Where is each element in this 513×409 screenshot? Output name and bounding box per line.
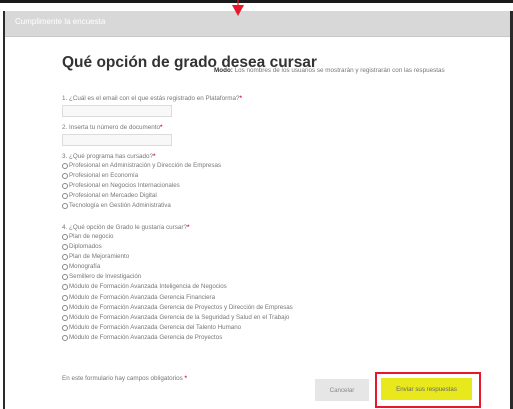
radio-icon[interactable]	[62, 273, 68, 280]
email-field[interactable]	[62, 105, 172, 117]
radio-icon[interactable]	[62, 202, 68, 209]
left-border	[3, 11, 5, 409]
q4-option[interactable]: Módulo de Formación Avanzada Inteligenci…	[62, 283, 227, 290]
radio-icon[interactable]	[62, 294, 68, 301]
mode-text: Los nombres de los usuarios se mostrarán…	[232, 67, 445, 74]
dialog-header: Cumplimente la encuesta	[5, 11, 510, 37]
q3-option[interactable]: Profesional en Mercadeo Digital	[62, 192, 157, 199]
q4-option[interactable]: Monografía	[62, 263, 100, 270]
submit-button[interactable]: Enviar sus respuestas	[381, 378, 472, 400]
radio-icon[interactable]	[62, 162, 68, 169]
q4-option[interactable]: Módulo de Formación Avanzada Gerencia de…	[62, 304, 293, 311]
top-border	[0, 0, 513, 3]
radio-icon[interactable]	[62, 314, 68, 321]
radio-icon[interactable]	[62, 283, 68, 290]
cancel-button[interactable]: Cancelar	[315, 379, 369, 401]
required-mark: *	[160, 124, 163, 131]
q3-option[interactable]: Profesional en Economía	[62, 172, 138, 179]
q3-option[interactable]: Profesional en Administración y Direcció…	[62, 162, 221, 169]
q4-option[interactable]: Módulo de Formación Avanzada Gerencia Fi…	[62, 294, 215, 301]
radio-icon[interactable]	[62, 304, 68, 311]
q3-option[interactable]: Profesional en Negocios Internacionales	[62, 182, 180, 189]
required-mark: *	[239, 95, 242, 102]
question-4-label: 4. ¿Qué opción de Grado le gustaría curs…	[62, 224, 190, 231]
question-2-label: 2. Inserta tu número de documento*	[62, 124, 163, 131]
document-number-field[interactable]	[62, 134, 172, 146]
question-1-label: 1. ¿Cuál es el email con el que estás re…	[62, 95, 242, 102]
radio-icon[interactable]	[62, 172, 68, 179]
q4-option[interactable]: Plan de negocio	[62, 233, 113, 240]
radio-icon[interactable]	[62, 233, 68, 240]
radio-icon[interactable]	[62, 324, 68, 331]
required-fields-note: En este formulario hay campos obligatori…	[62, 375, 187, 382]
radio-icon[interactable]	[62, 334, 68, 341]
radio-icon[interactable]	[62, 263, 68, 270]
radio-icon[interactable]	[62, 243, 68, 250]
mode-label: Modo:	[214, 67, 233, 74]
radio-icon[interactable]	[62, 192, 68, 199]
q4-option[interactable]: Módulo de Formación Avanzada Gerencia de…	[62, 324, 241, 331]
q4-option[interactable]: Semillero de Investigación	[62, 273, 141, 280]
q3-option[interactable]: Tecnología en Gestión Administrativa	[62, 202, 171, 209]
required-mark: *	[153, 153, 156, 160]
required-mark: *	[184, 375, 187, 382]
required-mark: *	[186, 224, 190, 231]
question-3-label: 3. ¿Qué programa has cursado?*	[62, 153, 156, 160]
radio-icon[interactable]	[62, 253, 68, 260]
q4-option[interactable]: Diplomados	[62, 243, 102, 250]
mode-line: Modo: Los nombres de los usuarios se mos…	[214, 67, 445, 74]
radio-icon[interactable]	[62, 182, 68, 189]
q4-option[interactable]: Plan de Mejoramiento	[62, 253, 129, 260]
q4-option[interactable]: Módulo de Formación Avanzada Gerencia de…	[62, 334, 222, 341]
q4-option[interactable]: Módulo de Formación Avanzada Gerencia de…	[62, 314, 289, 321]
dialog-title: Cumplimente la encuesta	[15, 17, 106, 26]
